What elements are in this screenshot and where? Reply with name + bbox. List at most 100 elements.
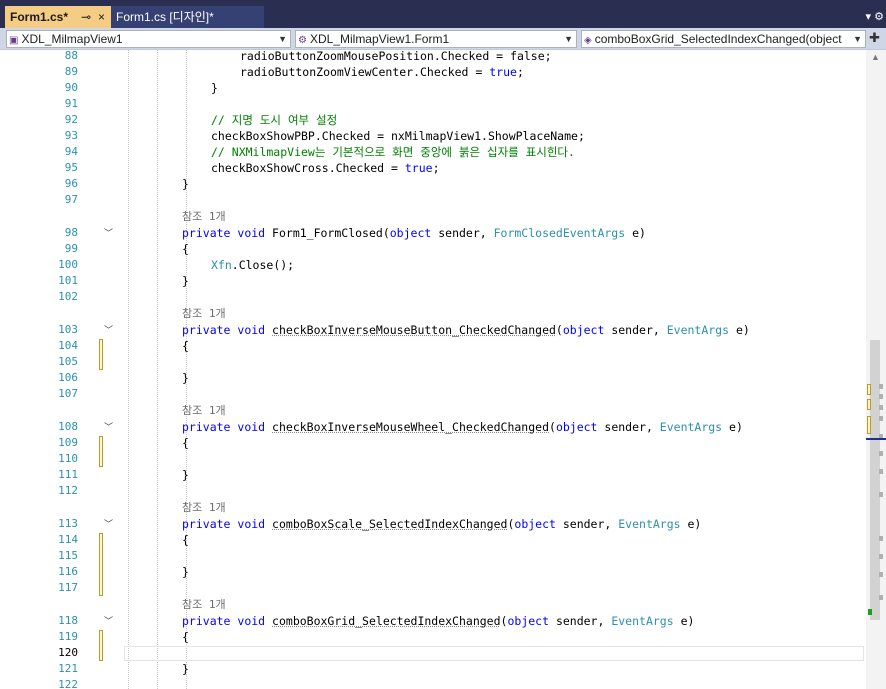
code-editor[interactable]: 88 89 90 91 92 93 94 95 96 97 98 99 100 … xyxy=(0,50,866,689)
change-marker xyxy=(99,630,103,661)
current-line-highlight xyxy=(124,646,864,661)
code-line: } xyxy=(182,274,189,288)
line-number: 92 xyxy=(64,113,78,126)
member-dropdown[interactable]: ◈ comboBoxGrid_SelectedIndexChanged(objec… xyxy=(581,30,866,48)
line-number: 94 xyxy=(64,145,78,158)
navigation-bar: ▣ XDL_MilmapView1 ▼ ⚙ XDL_MilmapView1.Form… xyxy=(0,28,886,50)
project-name: XDL_MilmapView1 xyxy=(21,32,123,46)
code-line: { xyxy=(182,436,189,450)
line-number: 119 xyxy=(58,630,78,643)
tab-form1-cs[interactable]: Form1.cs* ⊸ × xyxy=(5,6,111,28)
code-line: } xyxy=(182,177,189,191)
code-line: } xyxy=(182,662,189,676)
line-number: 111 xyxy=(58,468,78,481)
scroll-marker xyxy=(879,536,883,541)
class-icon: ⚙ xyxy=(298,35,307,46)
collapse-icon[interactable]: ﹀ xyxy=(104,225,118,241)
scroll-marker xyxy=(879,469,883,474)
code-line: private void Form1_FormClosed(object sen… xyxy=(182,226,646,240)
code-line: radioButtonZoomMousePosition.Checked = f… xyxy=(240,50,552,63)
code-line: } xyxy=(182,371,189,385)
line-number: 110 xyxy=(58,452,78,465)
line-number: 116 xyxy=(58,565,78,578)
code-line: { xyxy=(182,339,189,353)
scroll-marker xyxy=(879,492,883,497)
code-line: { xyxy=(182,630,189,644)
collapse-icon[interactable]: ﹀ xyxy=(104,516,118,532)
code-comment: // NXMilmapView는 기본적으로 화면 중앙에 붉은 십자를 표시힌… xyxy=(211,145,575,159)
chevron-down-icon[interactable]: ▼ xyxy=(564,31,573,47)
line-number: 91 xyxy=(64,97,78,110)
code-line: checkBoxShowPBP.Checked = nxMilmapView1.… xyxy=(211,129,585,143)
line-number: 104 xyxy=(58,339,78,352)
line-number: 121 xyxy=(58,662,78,675)
reference-count-link[interactable]: 참조 1개 xyxy=(182,209,226,225)
tab-label: Form1.cs* xyxy=(10,10,69,24)
document-tab-bar: Form1.cs* ⊸ × Form1.cs [디자인]* ▾ ⚙ xyxy=(0,0,886,28)
collapse-icon[interactable]: ﹀ xyxy=(104,322,118,338)
scroll-marker xyxy=(879,405,883,410)
pin-icon[interactable]: ⊸ xyxy=(81,6,91,28)
project-dropdown[interactable]: ▣ XDL_MilmapView1 ▼ xyxy=(6,30,291,48)
line-number: 117 xyxy=(58,581,78,594)
code-line: Xfn.Close(); xyxy=(211,258,295,272)
change-marker xyxy=(99,339,103,370)
scroll-marker xyxy=(879,384,883,389)
line-number: 106 xyxy=(58,371,78,384)
collapse-icon[interactable]: ﹀ xyxy=(104,613,118,629)
line-number: 98 xyxy=(64,226,78,239)
scroll-marker xyxy=(879,595,883,600)
line-number: 108 xyxy=(58,420,78,433)
tab-label: Form1.cs [디자인]* xyxy=(116,10,214,24)
code-line: } xyxy=(182,565,189,579)
scroll-marker xyxy=(879,451,883,456)
code-line: } xyxy=(182,468,189,482)
change-marker xyxy=(99,436,103,467)
reference-count-link[interactable]: 참조 1개 xyxy=(182,306,226,322)
code-line: } xyxy=(211,81,218,95)
indent-guide xyxy=(157,50,158,689)
tab-form1-designer[interactable]: Form1.cs [디자인]* xyxy=(111,6,264,28)
line-number: 114 xyxy=(58,533,78,546)
line-number: 97 xyxy=(64,193,78,206)
line-number: 89 xyxy=(64,65,78,78)
line-number: 93 xyxy=(64,129,78,142)
line-number: 107 xyxy=(58,387,78,400)
line-number: 118 xyxy=(58,614,78,627)
reference-count-link[interactable]: 참조 1개 xyxy=(182,403,226,419)
indent-guide xyxy=(128,50,129,689)
line-number: 88 xyxy=(64,50,78,62)
code-line: private void checkBoxInverseMouseButton_… xyxy=(182,323,750,337)
collapse-icon[interactable]: ﹀ xyxy=(104,419,118,435)
line-number: 113 xyxy=(58,517,78,530)
code-comment: // 지명 도시 여부 설정 xyxy=(211,113,338,127)
split-icon[interactable]: ✚ xyxy=(869,30,880,46)
line-number: 102 xyxy=(58,290,78,303)
code-line: private void comboBoxGrid_SelectedIndexC… xyxy=(182,614,695,628)
tab-options-icon[interactable]: ▾ ⚙ xyxy=(866,6,884,28)
line-number: 103 xyxy=(58,323,78,336)
scroll-up-arrow-icon[interactable]: ▲ xyxy=(871,52,880,62)
code-line: radioButtonZoomViewCenter.Checked = true… xyxy=(240,65,524,79)
scroll-marker xyxy=(879,416,883,421)
class-dropdown[interactable]: ⚙ XDL_MilmapView1.Form1 ▼ xyxy=(295,30,577,48)
close-icon[interactable]: × xyxy=(98,6,105,28)
line-number: 115 xyxy=(58,549,78,562)
line-number: 109 xyxy=(58,436,78,449)
scroll-marker xyxy=(879,394,883,399)
reference-count-link[interactable]: 참조 1개 xyxy=(182,500,226,516)
line-number: 96 xyxy=(64,177,78,190)
chevron-down-icon[interactable]: ▼ xyxy=(853,31,862,47)
method-icon: ◈ xyxy=(584,35,592,46)
line-number: 90 xyxy=(64,81,78,94)
reference-count-link[interactable]: 참조 1개 xyxy=(182,597,226,613)
vertical-scrollbar[interactable]: ▲ xyxy=(866,50,886,689)
class-name: XDL_MilmapView1.Form1 xyxy=(309,32,450,46)
code-line: { xyxy=(182,533,189,547)
caret-position-marker xyxy=(866,438,886,440)
line-number: 112 xyxy=(58,484,78,497)
change-marker xyxy=(99,533,103,596)
scroll-change-marker xyxy=(867,384,871,395)
scrollbar-thumb[interactable] xyxy=(870,340,880,620)
chevron-down-icon[interactable]: ▼ xyxy=(278,31,287,47)
